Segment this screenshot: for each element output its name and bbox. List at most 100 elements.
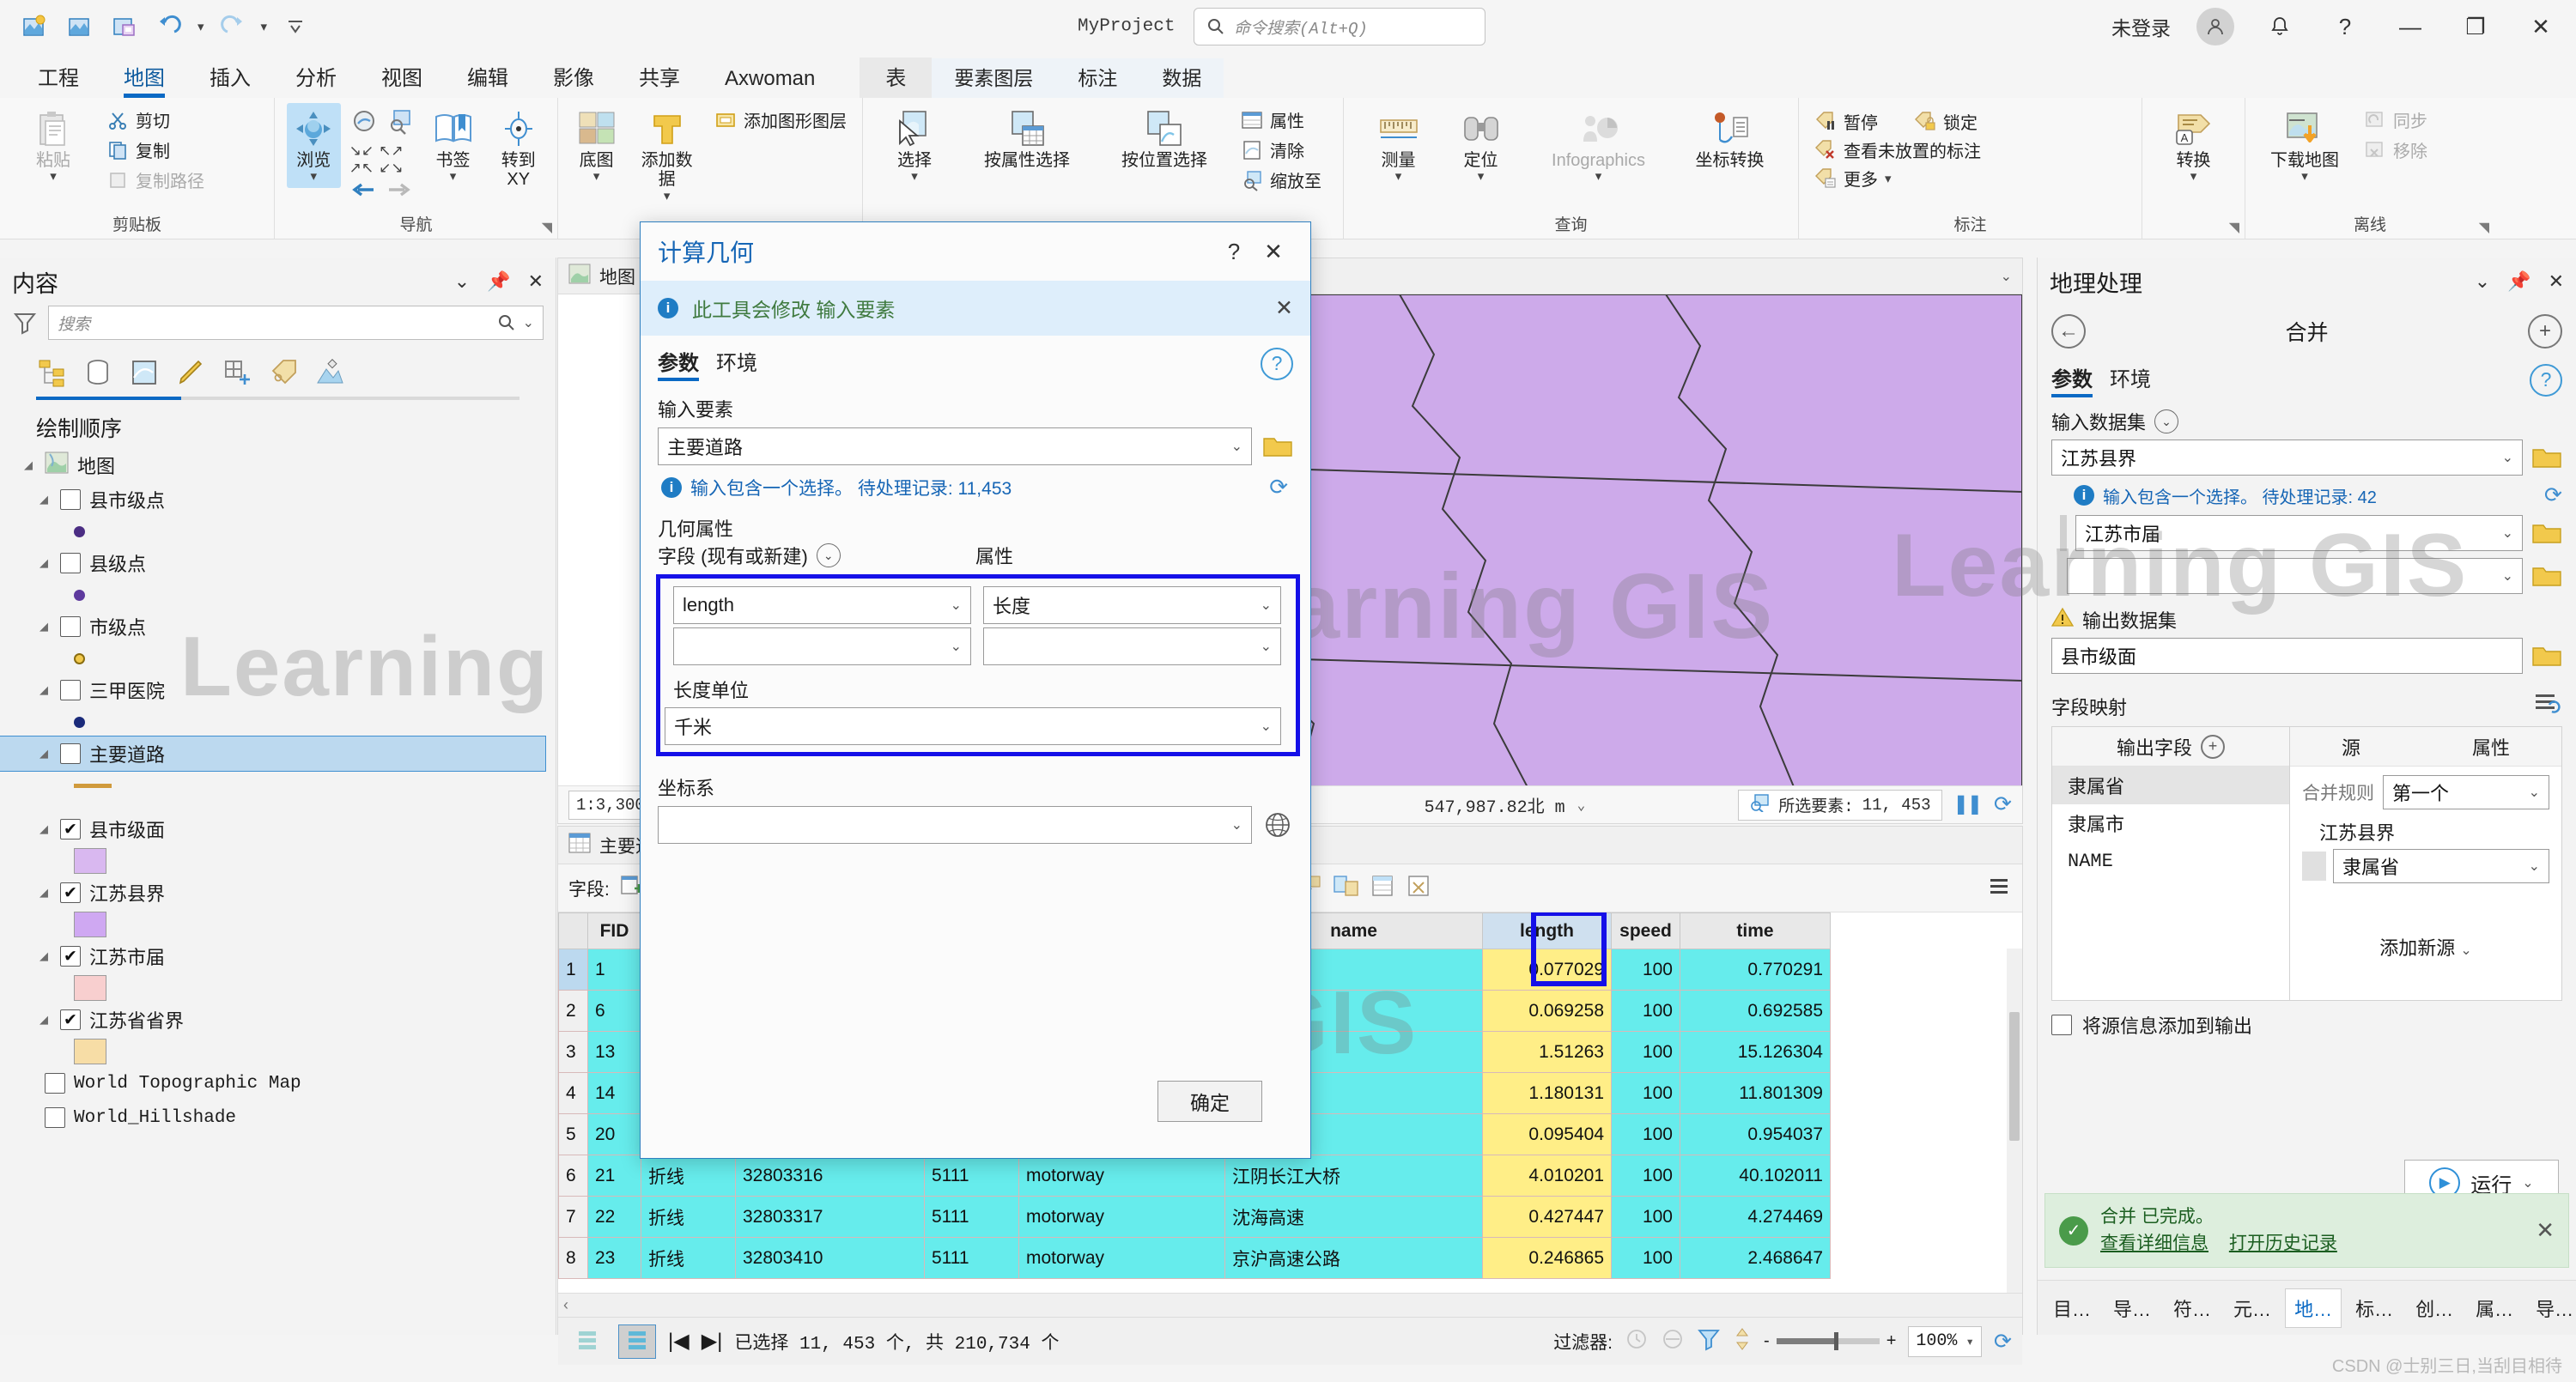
selected-features-indicator[interactable]: 所选要素: 11, 453 (1738, 790, 1941, 821)
table-row[interactable]: 8 23 折线 32803410 5111 motorway 京沪高速公路 0.… (559, 1238, 2023, 1279)
row-index[interactable]: 1 (559, 949, 588, 991)
ribbon-tab-axwoman[interactable]: Axwoman (702, 64, 837, 98)
browse-folder-icon[interactable] (2531, 520, 2562, 546)
paste-button[interactable]: 粘贴 ▾ (12, 103, 94, 188)
dock-tab-labeling[interactable]: 标… (2347, 1289, 2402, 1327)
browse-folder-icon[interactable] (2531, 643, 2562, 669)
navigate-dialog-launcher-icon[interactable]: ◥ (542, 219, 552, 236)
toc-layer-shijidian[interactable]: ◢ 市级点 (0, 609, 556, 644)
reorder-handle[interactable] (2060, 515, 2067, 551)
browse-folder-icon[interactable] (1262, 433, 1293, 459)
dock-tab-create[interactable]: 创… (2407, 1289, 2462, 1327)
map-coordinate-chevron-icon[interactable]: ⌄ (1577, 797, 1586, 814)
add-output-field-icon[interactable]: + (2201, 735, 2225, 759)
cut-button[interactable]: 剪切 (103, 106, 208, 133)
chevron-down-icon[interactable]: ⌄ (951, 597, 962, 614)
refresh-records-icon[interactable]: ⟳ (1269, 474, 1293, 500)
ribbon-tab-labeling[interactable]: 标注 (1055, 58, 1139, 98)
lock-labels-button[interactable]: 锁定 (1911, 108, 1981, 135)
convert-labels-caret-icon[interactable]: ▾ (2190, 170, 2197, 185)
contents-pin-icon[interactable]: 📌 (487, 270, 510, 293)
row-index[interactable]: 7 (559, 1197, 588, 1238)
pause-drawing-icon[interactable]: ❚❚ (1954, 791, 1983, 819)
chevron-down-icon[interactable]: ⌄ (1261, 718, 1272, 735)
explore-button[interactable]: 浏览 ▾ (287, 103, 341, 188)
download-map-caret-icon[interactable]: ▾ (2301, 170, 2308, 185)
bookmarks-button[interactable]: 书签 ▾ (423, 103, 483, 188)
toc-layer-xianjidian[interactable]: ◢ 县级点 (0, 546, 556, 580)
zoom-to-selection-button[interactable]: 缩放至 (1237, 167, 1325, 193)
locate-button[interactable]: 定位 ▾ (1444, 103, 1518, 188)
locate-caret-icon[interactable]: ▾ (1478, 170, 1485, 185)
dialog-tab-parameters[interactable]: 参数 (658, 346, 699, 381)
map-tab-chevron-icon[interactable]: ⌄ (2001, 268, 2012, 285)
row-index[interactable]: 6 (559, 1155, 588, 1197)
help-button[interactable]: ? (2325, 7, 2365, 46)
list-by-selection-icon[interactable] (125, 354, 163, 391)
dialog-help-button[interactable]: ? (1214, 239, 1254, 265)
ribbon-tab-edit[interactable]: 编辑 (445, 58, 531, 98)
dock-tab-symbology[interactable]: 符… (2165, 1289, 2220, 1327)
add-new-source-button[interactable]: 添加新源 ⌄ (2290, 883, 2561, 961)
refresh-map-icon[interactable]: ⟳ (1994, 791, 2012, 818)
geoprocessing-menu-chevron-icon[interactable]: ⌄ (2475, 270, 2490, 293)
expand-triangle-icon[interactable]: ◢ (36, 746, 52, 761)
save-project-icon[interactable] (108, 10, 141, 43)
add-source-info-row[interactable]: 将源信息添加到输出 (2051, 1001, 2562, 1039)
measure-button[interactable]: 测量 ▾ (1362, 103, 1436, 188)
chevron-down-icon[interactable]: ⌄ (1261, 597, 1272, 614)
next-extent-icon[interactable] (387, 180, 413, 204)
filter-extent-icon[interactable] (1733, 1327, 1752, 1356)
toc-map-node[interactable]: ◢ 地图 (0, 448, 556, 482)
offline-dialog-launcher-icon[interactable]: ◥ (2479, 219, 2489, 236)
open-history-link[interactable]: 打开历史记录 (2229, 1233, 2337, 1253)
dialog-tab-environments[interactable]: 环境 (716, 346, 757, 381)
output-field-item[interactable]: NAME (2052, 842, 2289, 880)
zoom-slider-track[interactable] (1777, 1338, 1880, 1344)
input-dataset-3-select[interactable]: ⌄ (2067, 558, 2523, 594)
dialog-help-icon[interactable]: ? (1261, 348, 1293, 380)
dialog-length-unit-select[interactable]: 千米 ⌄ (665, 707, 1281, 745)
fixed-zoom-in-icon[interactable] (386, 106, 415, 141)
ribbon-tab-analysis[interactable]: 分析 (273, 58, 359, 98)
row-index[interactable]: 5 (559, 1114, 588, 1155)
source-field-select[interactable]: 隶属省 ⌄ (2333, 849, 2549, 883)
table-zoom-value[interactable]: 100% ▾ (1908, 1326, 1982, 1357)
browse-folder-icon[interactable] (2531, 563, 2562, 589)
view-details-link[interactable]: 查看详细信息 (2100, 1233, 2208, 1253)
expand-triangle-icon[interactable]: ◢ (36, 885, 52, 900)
geometry-field-select-1[interactable]: length ⌄ (673, 586, 971, 624)
show-all-records-button[interactable] (568, 1324, 606, 1359)
convert-labels-button[interactable]: A 转换 ▾ (2154, 103, 2233, 188)
geoprocessing-close-icon[interactable]: ✕ (2549, 270, 2564, 293)
toc-basemap-world-hillshade[interactable]: World_Hillshade (0, 1100, 556, 1135)
chevron-down-icon[interactable]: ⌄ (1231, 438, 1242, 455)
layer-visibility-checkbox[interactable] (60, 616, 81, 637)
table-switch-selection-icon[interactable] (1332, 873, 1359, 904)
contents-close-icon[interactable]: ✕ (528, 270, 544, 293)
help-icon[interactable]: ? (2530, 364, 2562, 397)
add-to-favorites-plus-icon[interactable]: + (2528, 314, 2562, 349)
expand-triangle-icon[interactable]: ◢ (21, 458, 36, 473)
ribbon-tab-imagery[interactable]: 影像 (531, 58, 617, 98)
toc-layer-xianshijidian[interactable]: ◢ 县市级点 (0, 482, 556, 517)
contents-search-chevron-icon[interactable]: ⌄ (523, 314, 534, 331)
chevron-down-icon[interactable]: ⌄ (2502, 567, 2513, 585)
minimize-button[interactable]: — (2391, 7, 2430, 46)
col-header-fid[interactable]: FID (588, 913, 641, 949)
dialog-coordinate-system-select[interactable]: ⌄ (658, 806, 1252, 844)
filter-range-icon[interactable] (1661, 1327, 1685, 1356)
add-source-info-checkbox[interactable] (2051, 1015, 2072, 1035)
select-by-location-button[interactable]: 按位置选择 (1100, 103, 1229, 173)
table-show-selected-icon[interactable] (1370, 874, 1395, 903)
dock-tab-attributes[interactable]: 属… (2467, 1289, 2522, 1327)
table-clear-selection-icon[interactable] (1406, 874, 1431, 903)
toc-layer-jiangsushijie[interactable]: ◢ ✔ 江苏市届 (0, 939, 556, 973)
remove-offline-button[interactable]: 移除 (2360, 136, 2431, 163)
list-by-snapping-icon[interactable] (218, 354, 256, 391)
new-project-icon[interactable] (19, 10, 52, 43)
measure-caret-icon[interactable]: ▾ (1395, 170, 1402, 185)
copy-path-button[interactable]: 复制路径 (103, 167, 208, 193)
toc-layer-xianshijimian[interactable]: ◢ ✔ 县市级面 (0, 812, 556, 846)
chevron-down-icon[interactable]: ⌄ (951, 638, 962, 655)
